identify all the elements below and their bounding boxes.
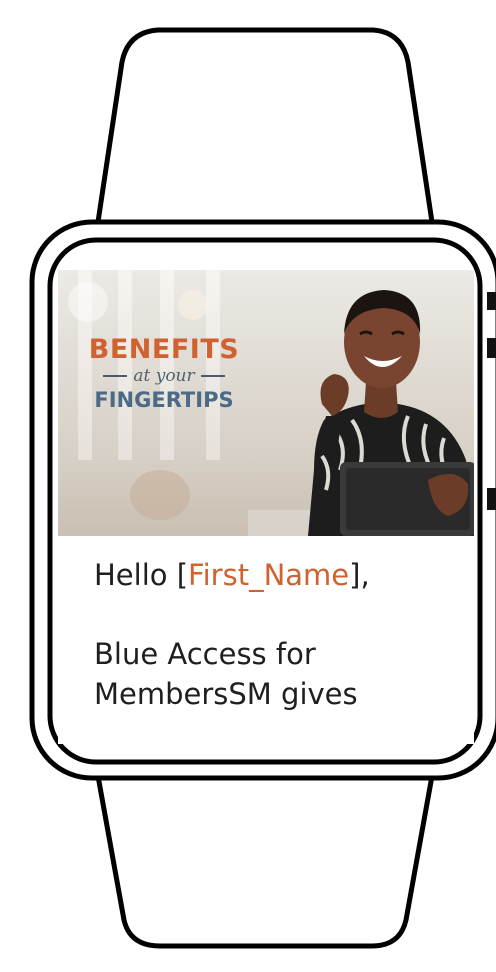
greeting-prefix: Hello [ [94, 558, 189, 592]
offscreen-text-fragment [487, 338, 496, 358]
body-text: Blue Access for MembersSM gives [94, 634, 464, 714]
logo-benefits-text: BENEFITS [88, 334, 240, 365]
greeting-suffix: ], [349, 558, 370, 592]
background-bokeh [130, 470, 190, 520]
greeting-line: Hello [First_Name], [94, 558, 370, 592]
background-bokeh [68, 282, 108, 322]
watch-band-bottom [95, 775, 435, 949]
offscreen-text-fragment [487, 488, 496, 510]
benefits-logo: BENEFITS at your FINGERTIPS [74, 334, 254, 412]
logo-at-your-text: at your [133, 366, 195, 386]
first-name-merge-field: First_Name [188, 558, 350, 592]
watch-band-top [95, 27, 435, 223]
hero-photo-woman-with-tablet [248, 290, 474, 536]
logo-rule-right [200, 375, 225, 377]
logo-rule-left [103, 375, 128, 377]
logo-fingertips-text: FINGERTIPS [94, 388, 234, 412]
body-text-line-2: MembersSM gives [94, 677, 358, 711]
background-bokeh [178, 290, 208, 320]
hero-banner: BENEFITS at your FINGERTIPS [58, 270, 474, 536]
body-text-line-1: Blue Access for [94, 637, 316, 671]
watch-screen: BENEFITS at your FINGERTIPS Hello [First… [58, 270, 474, 744]
offscreen-text-fragment [487, 292, 496, 310]
logo-subline: at your [74, 366, 254, 386]
